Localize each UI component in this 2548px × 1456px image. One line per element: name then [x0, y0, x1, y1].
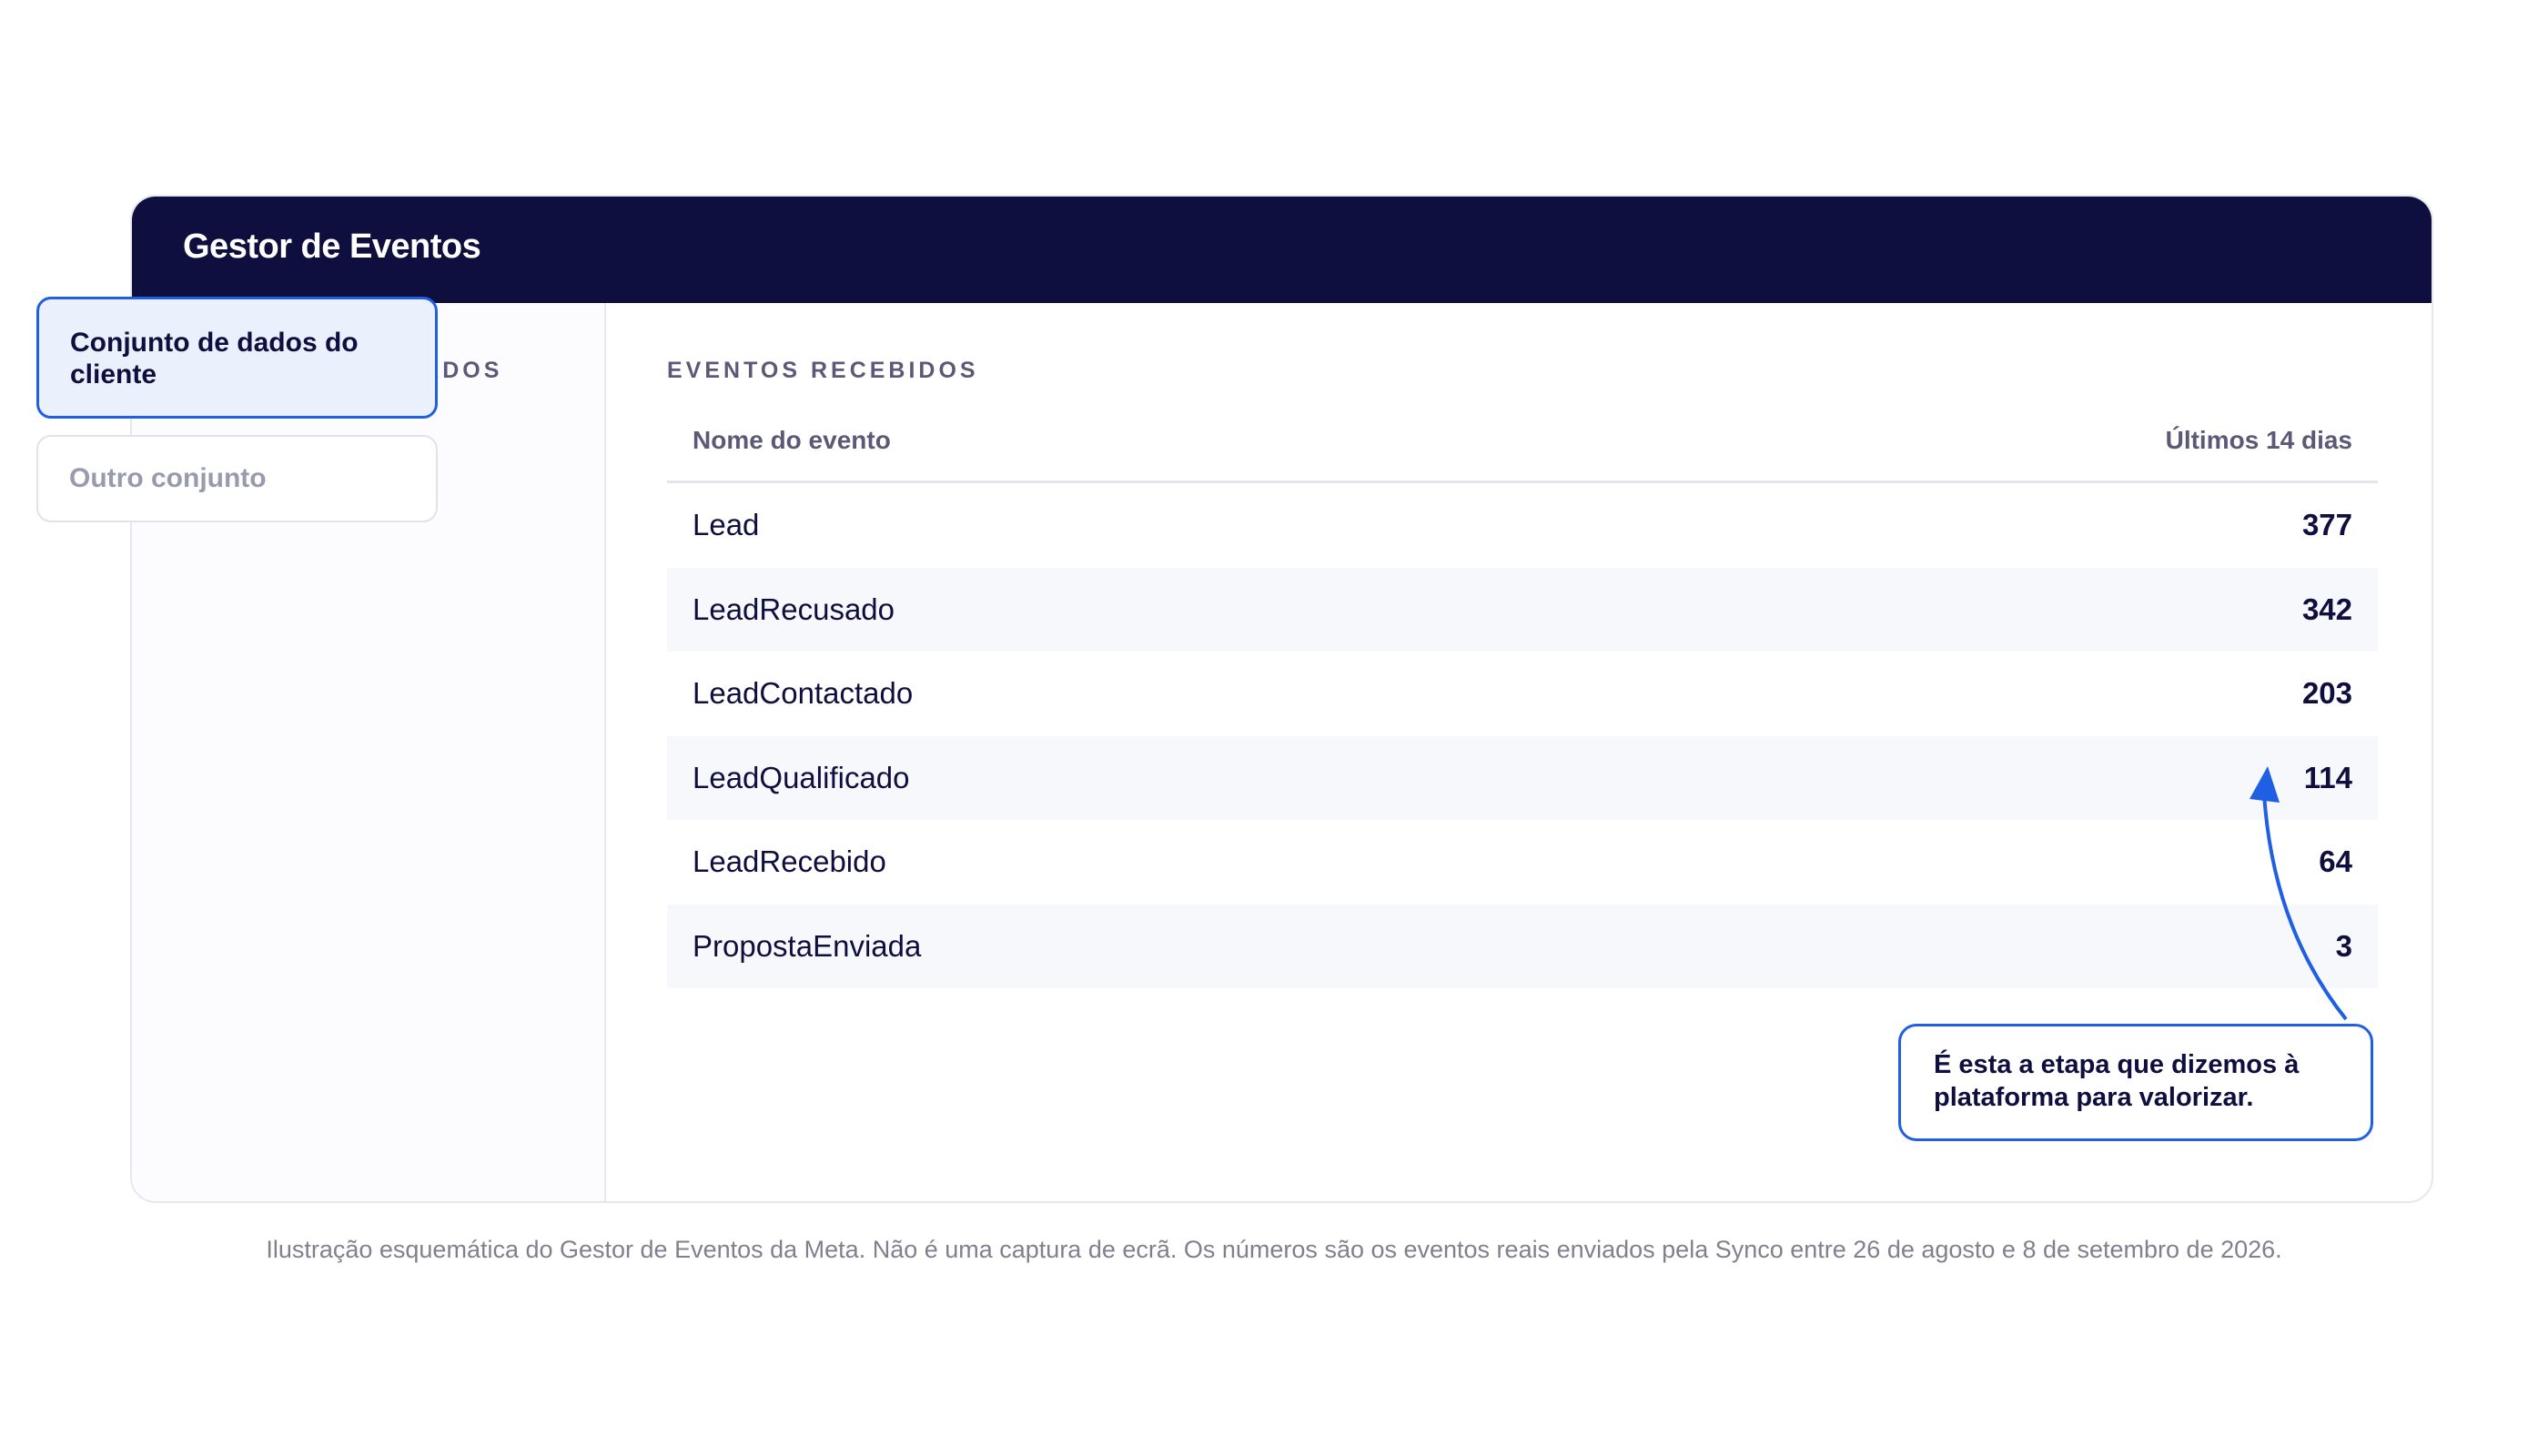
event-name: PropostaEnviada: [693, 928, 922, 963]
table-row[interactable]: LeadRecebido 64: [667, 820, 2378, 905]
dataset-item-label: Conjunto de dados do cliente: [70, 328, 359, 389]
table-body: Lead 377 LeadRecusado 342 LeadContactado…: [667, 483, 2378, 988]
event-count: 3: [2335, 928, 2352, 963]
table-row[interactable]: LeadContactado 203: [667, 652, 2378, 736]
dataset-item-other[interactable]: Outro conjunto: [36, 435, 438, 522]
dataset-item-label: Outro conjunto: [69, 463, 267, 493]
column-header-last-14-days: Últimos 14 dias: [2165, 425, 2352, 454]
panel-header: Gestor de Eventos: [132, 197, 2432, 303]
callout-text: É esta a etapa que dizemos à plataforma …: [1934, 1050, 2300, 1112]
table-row[interactable]: PropostaEnviada 3: [667, 904, 2378, 988]
table-row[interactable]: Lead 377: [667, 483, 2378, 568]
event-name: LeadRecebido: [693, 844, 886, 879]
events-table: Nome do evento Últimos 14 dias Lead 377 …: [667, 399, 2378, 988]
table-row[interactable]: LeadRecusado 342: [667, 567, 2378, 652]
event-name: LeadContactado: [693, 676, 914, 711]
event-count: 377: [2301, 508, 2352, 542]
table-header: Nome do evento Últimos 14 dias: [667, 399, 2378, 483]
event-count: 342: [2301, 592, 2352, 626]
event-name: LeadRecusado: [693, 592, 895, 626]
footnote-caption: Ilustração esquemática do Gestor de Even…: [266, 1236, 2282, 1263]
event-name: LeadQualificado: [693, 760, 910, 794]
event-count: 203: [2301, 676, 2352, 711]
event-count: 114: [2303, 760, 2352, 794]
event-count: 64: [2319, 844, 2352, 879]
event-name: Lead: [693, 508, 760, 542]
panel-title: Gestor de Eventos: [183, 228, 481, 266]
table-row[interactable]: LeadQualificado 114: [667, 735, 2378, 820]
events-section-label: EVENTOS RECEBIDOS: [667, 358, 979, 383]
callout-note: É esta a etapa que dizemos à plataforma …: [1898, 1024, 2373, 1141]
column-header-event-name: Nome do evento: [693, 425, 891, 454]
dataset-item-client[interactable]: Conjunto de dados do cliente: [36, 297, 438, 419]
